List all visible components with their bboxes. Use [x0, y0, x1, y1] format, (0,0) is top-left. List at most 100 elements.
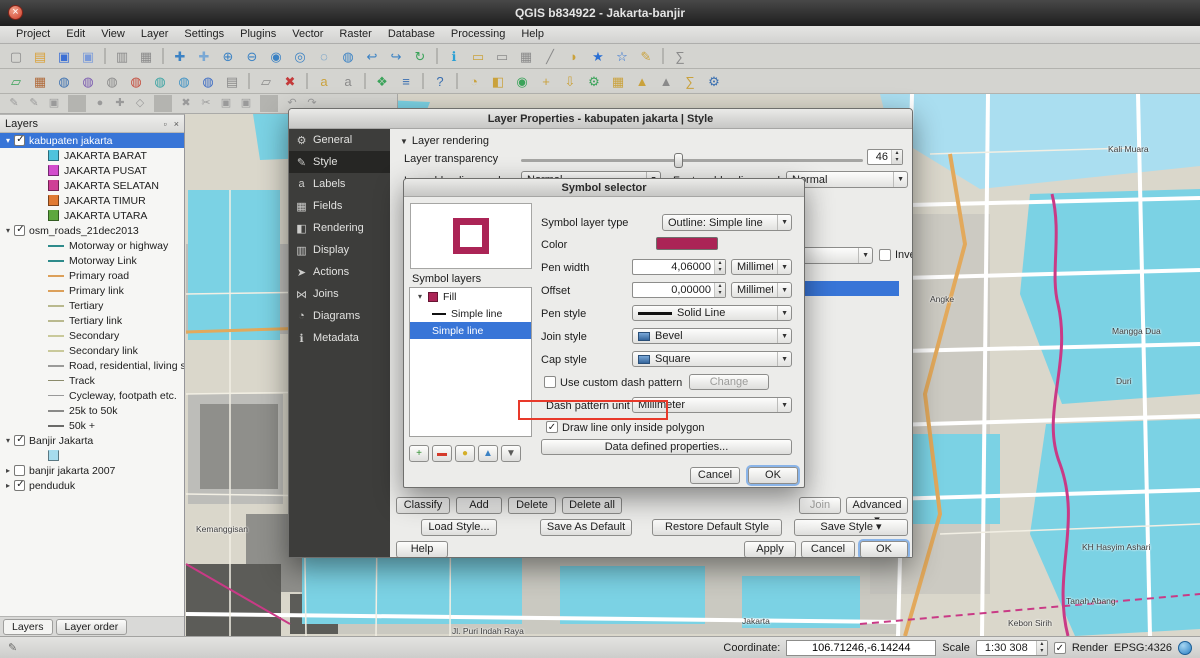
- attribute-table-icon[interactable]: ▦: [515, 45, 537, 67]
- layer-tree-item[interactable]: Primary link: [0, 283, 184, 298]
- layer-tree-item[interactable]: ▾ kabupaten jakarta: [0, 133, 184, 148]
- toolbar-separator[interactable]: [104, 48, 106, 64]
- grass-tools-icon[interactable]: ⚙: [583, 70, 605, 92]
- field-calculator-icon[interactable]: ∑: [669, 45, 691, 67]
- new-bookmark-icon[interactable]: ★: [587, 45, 609, 67]
- expander-icon[interactable]: ▾: [2, 226, 14, 235]
- delete-all-button[interactable]: Delete all: [562, 497, 622, 514]
- window-close-button[interactable]: [8, 5, 23, 20]
- panel-tab[interactable]: Layers: [3, 619, 53, 635]
- new-shapefile-icon[interactable]: ▱: [255, 70, 277, 92]
- help-contents-icon[interactable]: ?: [429, 70, 451, 92]
- toolbar-separator[interactable]: [662, 48, 664, 64]
- delete-button[interactable]: Delete: [508, 497, 556, 514]
- layer-visibility-checkbox[interactable]: [14, 135, 25, 146]
- custom-projection-icon[interactable]: ◉: [511, 70, 533, 92]
- layer-tree-item[interactable]: ▸ banjir jakarta 2007: [0, 463, 184, 478]
- save-as-default-button[interactable]: Save As Default: [540, 519, 632, 536]
- layer-tree-item[interactable]: Secondary: [0, 328, 184, 343]
- toolbar-separator[interactable]: [162, 48, 164, 64]
- menu-item[interactable]: Settings: [176, 26, 232, 43]
- labeling-icon[interactable]: a: [313, 70, 335, 92]
- layer-tree-item[interactable]: JAKARTA BARAT: [0, 148, 184, 163]
- toolbar-separator[interactable]: [456, 73, 458, 89]
- layer-rendering-group[interactable]: ▼Layer rendering: [400, 135, 489, 147]
- layer-tree-item[interactable]: [0, 448, 184, 463]
- toolbar-separator[interactable]: [248, 73, 250, 89]
- restore-default-style-button[interactable]: Restore Default Style: [652, 519, 782, 536]
- pen-width-unit-select[interactable]: Millimeter ▼: [731, 259, 792, 275]
- zoom-next-icon[interactable]: ↪: [385, 45, 407, 67]
- raster-calculator-icon[interactable]: ▦: [607, 70, 629, 92]
- processing-toolbox-icon[interactable]: ⚙: [703, 70, 725, 92]
- menu-item[interactable]: Raster: [331, 26, 379, 43]
- layer-tree-item[interactable]: Tertiary: [0, 298, 184, 313]
- symbol-cancel-button[interactable]: Cancel: [690, 467, 740, 484]
- layer-tree-item[interactable]: JAKARTA UTARA: [0, 208, 184, 223]
- layer-tree-item[interactable]: Motorway or highway: [0, 238, 184, 253]
- toolbar-separator[interactable]: [306, 73, 308, 89]
- add-feature-icon[interactable]: ●: [91, 95, 109, 112]
- deselect-icon[interactable]: ▭: [491, 45, 513, 67]
- toolbar-separator[interactable]: [68, 95, 86, 112]
- show-bookmarks-icon[interactable]: ☆: [611, 45, 633, 67]
- zoom-native-icon[interactable]: ◉: [265, 45, 287, 67]
- layer-visibility-checkbox[interactable]: [14, 435, 25, 446]
- panel-close-icon[interactable]: ×: [174, 119, 179, 129]
- layer-tree-item[interactable]: Tertiary link: [0, 313, 184, 328]
- symbol-layer-type-select[interactable]: Outline: Simple line ▼: [662, 214, 792, 231]
- pen-style-select[interactable]: Solid Line ▼: [632, 305, 792, 321]
- menu-item[interactable]: Project: [8, 26, 58, 43]
- tab-actions[interactable]: ➤ Actions: [289, 261, 390, 283]
- zoom-to-layer-icon[interactable]: ◍: [337, 45, 359, 67]
- delete-selected-icon[interactable]: ✖: [177, 95, 195, 112]
- current-edits-icon[interactable]: ✎: [5, 95, 23, 112]
- cut-features-icon[interactable]: ✂: [197, 95, 215, 112]
- new-composer-icon[interactable]: ▥: [111, 45, 133, 67]
- copy-features-icon[interactable]: ▣: [217, 95, 235, 112]
- symbol-tree-fill-row[interactable]: ▾ Fill: [410, 288, 531, 305]
- layer-tree-item[interactable]: Road, residential, living street, etc.: [0, 358, 184, 373]
- pen-width-input[interactable]: 4,06000 ▴▾: [632, 259, 726, 275]
- tab-general[interactable]: ⚙ General: [289, 129, 390, 151]
- load-style-button[interactable]: Load Style...: [421, 519, 497, 536]
- toolbar-separator[interactable]: [154, 95, 172, 112]
- panel-tab[interactable]: Layer order: [56, 619, 128, 635]
- layer-labeling-options-icon[interactable]: a: [337, 70, 359, 92]
- recent-projects-icon[interactable]: ◔: [463, 70, 485, 92]
- open-project-icon[interactable]: ▤: [29, 45, 51, 67]
- menu-item[interactable]: Vector: [284, 26, 331, 43]
- transparency-slider-handle[interactable]: [674, 153, 683, 168]
- add-wfs-layer-icon[interactable]: ◍: [197, 70, 219, 92]
- expander-icon[interactable]: ▾: [2, 136, 14, 145]
- cap-style-select[interactable]: Square ▼: [632, 351, 792, 367]
- classify-button[interactable]: Classify: [396, 497, 450, 514]
- terrain-analysis-icon[interactable]: ▲: [655, 70, 677, 92]
- toolbar-separator[interactable]: [436, 48, 438, 64]
- tab-metadata[interactable]: ℹ Metadata: [289, 327, 390, 349]
- tab-fields[interactable]: ▦ Fields: [289, 195, 390, 217]
- add-wcs-layer-icon[interactable]: ◍: [173, 70, 195, 92]
- remove-layer-icon[interactable]: ✖: [279, 70, 301, 92]
- scale-input[interactable]: 1:30 308 ▴▾: [976, 640, 1048, 656]
- move-feature-icon[interactable]: ✚: [111, 95, 129, 112]
- layer-tree-item[interactable]: ▸ penduduk: [0, 478, 184, 493]
- transparency-slider[interactable]: [521, 159, 863, 162]
- layer-tree-item[interactable]: Cycleway, footpath etc.: [0, 388, 184, 403]
- composer-manager-icon[interactable]: ▦: [135, 45, 157, 67]
- add-wms-layer-icon[interactable]: ◍: [149, 70, 171, 92]
- save-style-button[interactable]: Save Style ▾: [794, 519, 908, 536]
- tab-joins[interactable]: ⋈ Joins: [289, 283, 390, 305]
- symbol-tree-child-row[interactable]: Simple line: [410, 305, 531, 322]
- menu-item[interactable]: View: [93, 26, 133, 43]
- tab-style[interactable]: ✎ Style: [289, 151, 390, 173]
- osm-download-icon[interactable]: ⇩: [559, 70, 581, 92]
- help-button[interactable]: Help: [396, 541, 448, 557]
- zoom-to-selection-icon[interactable]: ◌: [313, 45, 335, 67]
- lock-symbol-layer-button[interactable]: ●: [455, 445, 475, 462]
- layer-tree-item[interactable]: ▾ osm_roads_21dec2013: [0, 223, 184, 238]
- layer-tree-item[interactable]: ▾ Banjir Jakarta: [0, 433, 184, 448]
- join-button[interactable]: Join: [799, 497, 841, 514]
- advanced-button[interactable]: Advanced ▾: [846, 497, 908, 514]
- menu-item[interactable]: Database: [380, 26, 443, 43]
